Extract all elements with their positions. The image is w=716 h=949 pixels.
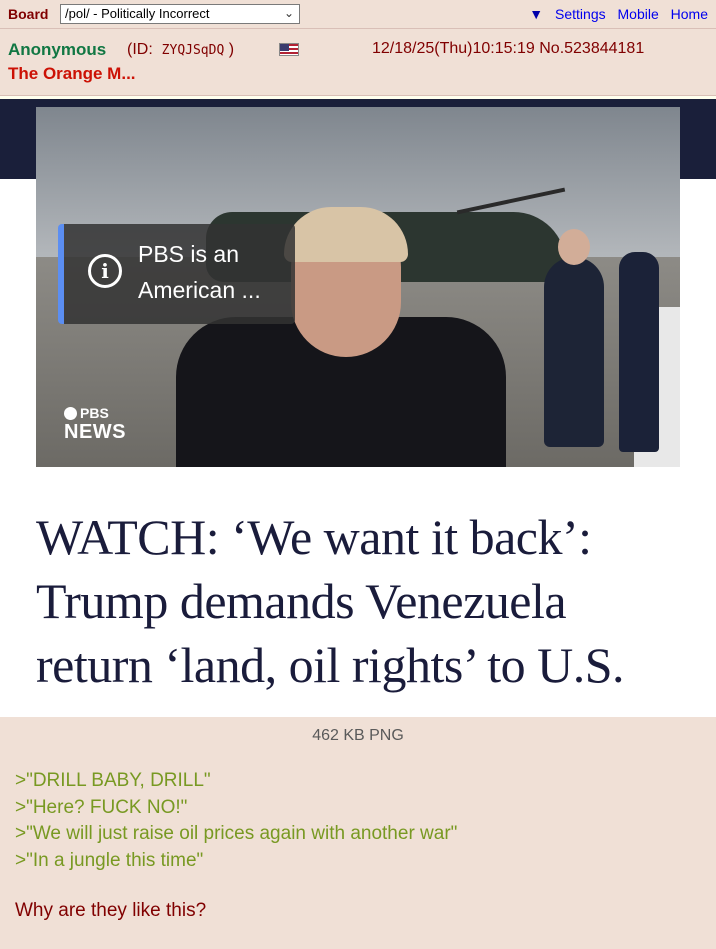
settings-link[interactable]: Settings [555,6,606,22]
mobile-link[interactable]: Mobile [618,6,659,22]
video-still: i PBS is an American ... PBS NEWS [36,107,680,467]
background-person-head [558,229,590,265]
article-headline: WATCH: ‘We want it back’: Trump demands … [36,509,625,693]
post-image[interactable]: i PBS is an American ... PBS NEWS WATCH:… [0,99,716,717]
info-overlay: i PBS is an American ... [58,224,295,324]
nav-links: ▼ Settings Mobile Home [529,6,708,22]
settings-triangle-icon[interactable]: ▼ [529,6,543,22]
post-header: Anonymous (ID: ZYQJSqDQ ) 12/18/25(Thu)1… [0,29,716,96]
home-link[interactable]: Home [671,6,708,22]
board-select-value: /pol/ - Politically Incorrect [65,6,210,21]
pbs-logo-bottom: NEWS [64,421,126,443]
greentext-line: >"We will just raise oil prices again wi… [15,823,458,844]
poster-id: (ID: ZYQJSqDQ ) [127,41,234,59]
post-body: 462 KB PNG >"DRILL BABY, DRILL" >"Here? … [0,717,716,949]
us-flag-icon [279,43,299,56]
top-navigation: Board /pol/ - Politically Incorrect ⌄ ▼ … [0,0,716,29]
board-select[interactable]: /pol/ - Politically Incorrect ⌄ [60,4,300,24]
background-person [544,229,604,447]
poster-name: Anonymous [8,40,107,59]
pbs-logo-icon [64,406,77,420]
pbs-logo-top: PBS [80,405,109,421]
poster-id-suffix: ) [228,41,235,58]
poster-id-prefix: (ID: [127,41,153,58]
main-person-hair [284,207,408,262]
board-label: Board [8,6,49,22]
file-info: 462 KB PNG [312,727,404,744]
info-overlay-text: PBS is an American ... [138,241,261,303]
chevron-down-icon: ⌄ [283,6,294,20]
greentext-block: >"DRILL BABY, DRILL" >"Here? FUCK NO!" >… [15,768,457,874]
post-subject: The Orange M... [8,64,136,83]
poster-id-value[interactable]: ZYQJSqDQ [162,43,225,58]
pbs-news-logo: PBS NEWS [64,405,126,444]
greentext-line: >"In a jungle this time" [15,849,204,871]
info-icon: i [88,254,122,288]
post-comment: Why are they like this? [15,900,207,921]
post-date-number[interactable]: 12/18/25(Thu)10:15:19 No.523844181 [372,40,644,58]
greentext-line: >"Here? FUCK NO!" [15,796,188,818]
guard-person [619,252,659,452]
greentext-line: >"DRILL BABY, DRILL" [15,770,211,791]
